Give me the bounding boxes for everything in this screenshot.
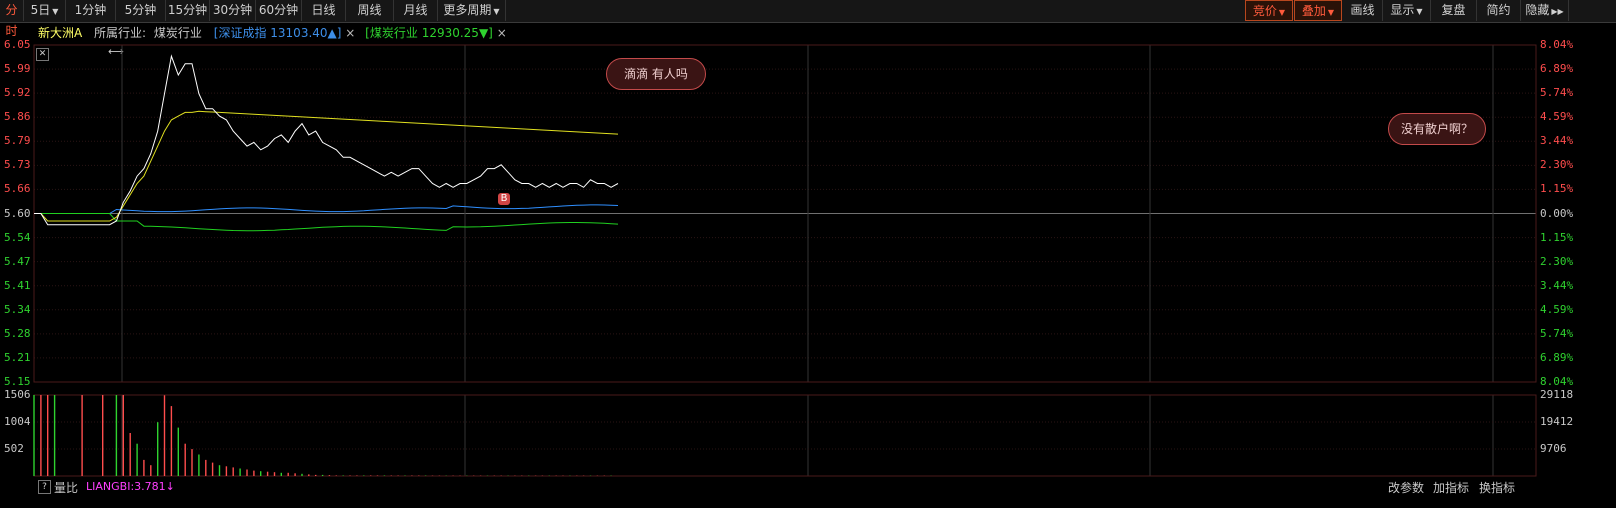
axis-tick-label: 2.30% bbox=[1540, 254, 1574, 268]
help-icon[interactable]: ? bbox=[38, 480, 51, 494]
axis-tick-label: 4.59% bbox=[1540, 302, 1574, 316]
volume-bar bbox=[363, 475, 365, 476]
volume-tick-label: 19412 bbox=[1540, 415, 1574, 428]
volume-bar bbox=[273, 472, 276, 476]
volume-bar bbox=[280, 472, 282, 476]
volume-bar bbox=[294, 473, 296, 476]
volume-bar bbox=[157, 422, 159, 476]
volume-bar bbox=[184, 443, 186, 476]
axis-tick-label: 5.92 bbox=[4, 86, 31, 100]
axis-tick-label: 5.28 bbox=[4, 326, 31, 340]
axis-tick-label: 5.74% bbox=[1540, 86, 1574, 100]
volume-bar bbox=[308, 474, 310, 476]
axis-tick-label: 6.89% bbox=[1540, 350, 1574, 364]
switch-indicator-button[interactable]: 换指标 bbox=[1479, 479, 1515, 496]
volume-tick-label: 502 bbox=[4, 442, 24, 455]
volume-bar bbox=[321, 474, 324, 476]
volume-bar bbox=[349, 475, 351, 476]
comment-bubble[interactable]: 滴滴 有人吗 bbox=[606, 58, 706, 90]
volume-bar bbox=[266, 471, 269, 476]
volume-border bbox=[33, 394, 1537, 477]
axis-tick-label: 6.89% bbox=[1540, 62, 1574, 76]
axis-tick-label: 4.59% bbox=[1540, 110, 1574, 124]
volume-bar bbox=[122, 395, 124, 476]
volume-bar bbox=[191, 449, 193, 476]
axis-tick-label: 5.86 bbox=[4, 110, 31, 124]
intraday-chart bbox=[33, 44, 1537, 477]
axis-tick-label: 1.15% bbox=[1540, 182, 1574, 196]
axis-tick-label: 5.99 bbox=[4, 62, 31, 76]
volume-bar bbox=[356, 475, 358, 476]
axis-tick-label: 8.04% bbox=[1540, 375, 1574, 388]
axis-tick-label: 5.41 bbox=[4, 278, 31, 292]
volume-bar bbox=[198, 454, 200, 476]
axis-tick-label: 5.60 bbox=[4, 206, 31, 220]
axis-tick-label: 5.47 bbox=[4, 254, 31, 268]
volume-bar bbox=[129, 433, 131, 476]
volume-bar bbox=[136, 443, 138, 476]
axis-tick-label: 1.15% bbox=[1540, 230, 1574, 244]
axis-tick-label: 5.15 bbox=[4, 375, 31, 388]
volume-bar bbox=[177, 427, 179, 476]
volume-bar bbox=[342, 475, 344, 476]
volume-bar bbox=[328, 475, 331, 476]
volume-bar bbox=[211, 462, 214, 476]
volume-bar bbox=[232, 467, 234, 476]
comment-bubble[interactable]: 没有散户啊？ bbox=[1388, 113, 1486, 145]
volume-bar bbox=[170, 406, 173, 476]
volume-bar bbox=[370, 475, 372, 476]
volume-bar bbox=[115, 395, 118, 476]
axis-tick-label: 3.44% bbox=[1540, 278, 1574, 292]
volume-bar bbox=[376, 475, 379, 476]
buy-marker[interactable]: B bbox=[498, 193, 510, 205]
volume-bar bbox=[163, 395, 166, 476]
axis-tick-label: 3.44% bbox=[1540, 134, 1574, 148]
indicator-value: LIANGBI:3.781↓ bbox=[86, 480, 175, 493]
volume-bar bbox=[239, 468, 241, 476]
ratio-label[interactable]: 量比 bbox=[54, 479, 78, 496]
volume-bar bbox=[246, 469, 248, 476]
volume-bar bbox=[218, 465, 221, 476]
volume-bar bbox=[315, 474, 317, 476]
axis-tick-label: 5.79 bbox=[4, 134, 31, 148]
volume-bar bbox=[81, 395, 83, 476]
axis-tick-label: 5.73 bbox=[4, 158, 31, 172]
volume-tick-label: 9706 bbox=[1540, 442, 1567, 455]
axis-tick-label: 5.74% bbox=[1540, 326, 1574, 340]
axis-tick-label: 2.30% bbox=[1540, 158, 1574, 172]
volume-bar bbox=[287, 472, 289, 476]
volume-bar bbox=[40, 395, 42, 476]
axis-tick-label: 6.05 bbox=[4, 38, 31, 51]
volume-bar bbox=[150, 465, 152, 476]
volume-bar bbox=[205, 459, 207, 476]
volume-tick-label: 29118 bbox=[1540, 388, 1574, 401]
volume-bar bbox=[47, 395, 49, 476]
axis-tick-label: 5.54 bbox=[4, 230, 31, 244]
axis-tick-label: 0.00% bbox=[1540, 206, 1574, 220]
volume-bar bbox=[102, 395, 104, 476]
modify-params-button[interactable]: 改参数 bbox=[1388, 479, 1424, 496]
volume-tick-label: 1004 bbox=[4, 415, 31, 428]
axis-tick-label: 8.04% bbox=[1540, 38, 1574, 51]
volume-bar bbox=[33, 395, 35, 476]
volume-bar bbox=[53, 395, 56, 476]
volume-bar bbox=[143, 459, 145, 476]
axis-tick-label: 5.21 bbox=[4, 350, 31, 364]
volume-bar bbox=[383, 475, 386, 476]
axis-tick-label: 5.34 bbox=[4, 302, 31, 316]
volume-bar bbox=[335, 475, 337, 476]
axis-tick-label: 5.66 bbox=[4, 182, 31, 196]
volume-tick-label: 1506 bbox=[4, 388, 31, 401]
volume-bar bbox=[253, 470, 255, 476]
volume-bar bbox=[260, 471, 262, 476]
volume-bar bbox=[301, 473, 303, 476]
add-indicator-button[interactable]: 加指标 bbox=[1433, 479, 1469, 496]
volume-bar bbox=[225, 466, 228, 476]
bottom-bar: ? 量比 LIANGBI:3.781↓ 改参数 加指标 换指标 bbox=[0, 478, 1616, 508]
